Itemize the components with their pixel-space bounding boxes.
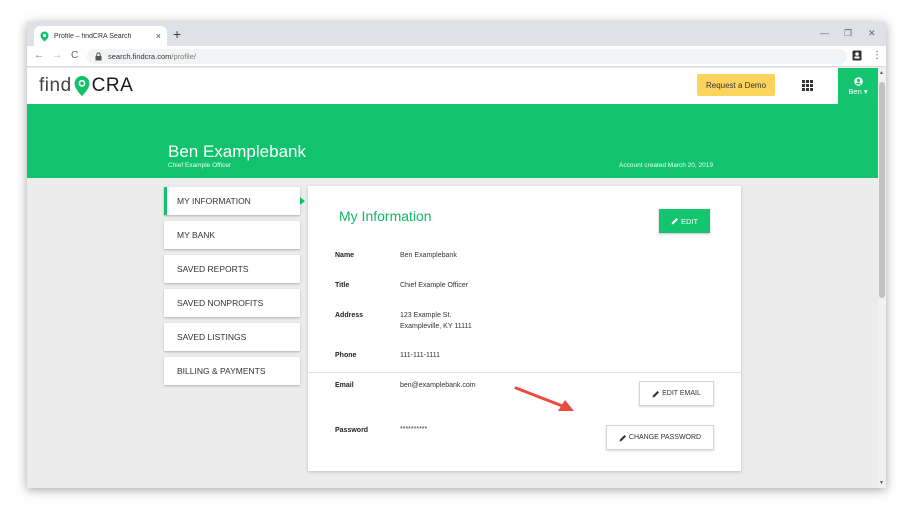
sidebar-item-my-bank[interactable]: MY BANK	[164, 221, 300, 249]
user-full-name: Ben Examplebank	[168, 142, 306, 161]
edit-label: EDIT	[680, 216, 699, 226]
lock-icon	[95, 52, 103, 61]
user-name: Ben ▾	[848, 86, 868, 96]
title-label: Title	[335, 282, 350, 289]
password-value: **********	[400, 426, 428, 433]
browser-menu-icon[interactable]: ⋮	[872, 50, 882, 62]
pencil-icon	[652, 390, 660, 398]
sidebar-menu: MY INFORMATION MY BANK SAVED REPORTS SAV…	[164, 187, 305, 391]
window-close-button[interactable]: ✕	[868, 28, 876, 38]
card-title: My Information	[339, 208, 432, 224]
profile-banner: Ben Examplebank Chief Example Officer Ac…	[27, 104, 878, 178]
reload-button[interactable]: C	[71, 49, 78, 63]
title-value: Chief Example Officer	[400, 282, 468, 289]
maximize-button[interactable]: ❐	[844, 28, 852, 38]
forward-button[interactable]: →	[52, 49, 62, 63]
account-created: Account created March 20, 2019	[619, 162, 713, 169]
profile-extension-icon[interactable]	[852, 50, 862, 65]
minimize-button[interactable]: —	[820, 28, 829, 38]
url-host: search.findcra.com	[108, 52, 172, 61]
sidebar-item-saved-reports[interactable]: SAVED REPORTS	[164, 255, 300, 283]
request-demo-button[interactable]: Request a Demo	[697, 74, 775, 96]
url-path: /profile/	[171, 52, 196, 61]
chevron-down-icon: ▾	[863, 86, 868, 96]
address-bar[interactable]: search.findcra.com/profile/	[87, 49, 847, 64]
phone-label: Phone	[335, 352, 357, 359]
pencil-icon	[671, 217, 679, 225]
new-tab-button[interactable]: +	[173, 27, 181, 41]
change-password-label: CHANGE PASSWORD	[628, 434, 702, 441]
logo-pin-icon	[73, 75, 91, 97]
browser-toolbar: ← → C search.findcra.com/profile/ ⋮	[27, 46, 886, 67]
scroll-down-icon[interactable]: ▼	[879, 480, 884, 486]
my-information-card: My Information EDIT Name Ben Examplebank…	[308, 186, 741, 471]
change-password-button[interactable]: CHANGE PASSWORD	[606, 425, 714, 450]
pencil-icon	[619, 434, 627, 442]
edit-email-label: EDIT EMAIL	[662, 390, 701, 397]
address-line2: Exampleville, KY 11111	[400, 323, 472, 330]
user-icon	[853, 76, 863, 86]
sidebar-item-saved-nonprofits[interactable]: SAVED NONPROFITS	[164, 289, 300, 317]
scrollbar-thumb[interactable]	[879, 82, 885, 298]
browser-window: Profile – findCRA Search × + — ❐ ✕ ← → C…	[27, 22, 886, 488]
sidebar-item-my-information[interactable]: MY INFORMATION	[164, 187, 305, 215]
findcra-logo[interactable]: find CRA	[39, 75, 133, 97]
address-line1: 123 Example St.	[400, 312, 452, 319]
apps-grid-icon[interactable]	[802, 80, 813, 91]
name-value: Ben Examplebank	[400, 252, 457, 259]
tab-strip: Profile – findCRA Search × + — ❐ ✕	[27, 22, 886, 46]
logo-cra-text: CRA	[91, 75, 134, 96]
site-header: find CRA Request a Demo Ben ▾	[27, 68, 878, 104]
map-pin-icon	[40, 31, 49, 42]
edit-email-button[interactable]: EDIT EMAIL	[639, 381, 714, 406]
sidebar-item-billing-payments[interactable]: BILLING & PAYMENTS	[164, 357, 300, 385]
arrow-annotation	[514, 386, 574, 411]
page-scrollbar[interactable]: ▲ ▼	[878, 68, 886, 488]
browser-tab[interactable]: Profile – findCRA Search ×	[34, 26, 167, 46]
user-menu-button[interactable]: Ben ▾	[838, 68, 878, 104]
password-label: Password	[335, 427, 369, 434]
page: find CRA Request a Demo Ben ▾ Ben Exampl…	[27, 68, 878, 488]
tab-title: Profile – findCRA Search	[54, 32, 132, 40]
edit-button[interactable]: EDIT	[659, 209, 710, 233]
back-button[interactable]: ←	[34, 49, 44, 63]
sidebar-item-saved-listings[interactable]: SAVED LISTINGS	[164, 323, 300, 351]
section-divider	[308, 372, 741, 373]
user-role: Chief Example Officer	[168, 162, 232, 169]
email-value: ben@examplebank.com	[400, 382, 476, 389]
name-label: Name	[335, 252, 355, 259]
phone-value: 111-111-1111	[400, 352, 440, 359]
scroll-up-icon[interactable]: ▲	[879, 70, 884, 76]
logo-find-text: find	[39, 75, 72, 96]
tab-close-icon[interactable]: ×	[156, 31, 161, 41]
address-label: Address	[335, 312, 364, 319]
email-label: Email	[335, 382, 354, 389]
